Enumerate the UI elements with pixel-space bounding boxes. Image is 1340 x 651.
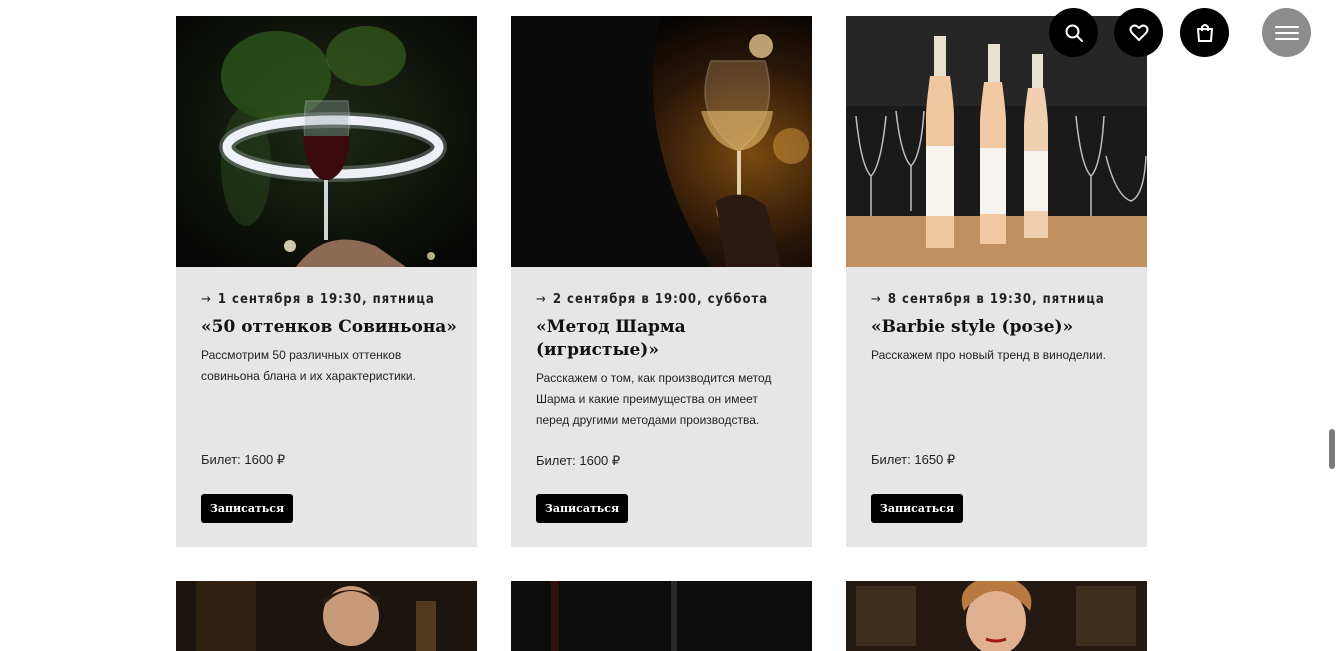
event-price: Билет: 1650 ₽ — [871, 452, 956, 467]
event-title[interactable]: «Метод Шарма (игристые)» — [536, 316, 716, 362]
bag-icon — [1196, 23, 1213, 42]
register-button[interactable]: Записаться — [871, 494, 963, 523]
event-card: → 2 сентября в 19:00, суббота «Метод Шарм… — [511, 16, 812, 547]
event-date: → 2 сентября в 19:00, суббота — [536, 292, 769, 307]
search-icon — [1065, 24, 1083, 42]
page-scrollbar[interactable] — [1329, 429, 1335, 469]
favorites-button[interactable] — [1114, 8, 1163, 57]
menu-icon — [1274, 25, 1299, 40]
event-card-photo[interactable] — [846, 581, 1147, 651]
event-description: Расскажем о том, как производится метод … — [536, 371, 772, 427]
search-button[interactable] — [1049, 8, 1098, 57]
event-card: → 8 сентября в 19:30, пятница «Barbie sty… — [846, 16, 1147, 547]
event-title[interactable]: «50 оттенков Совиньона» — [201, 316, 461, 339]
event-photo[interactable] — [511, 16, 812, 267]
event-card-photo[interactable] — [511, 581, 812, 651]
register-button[interactable]: Записаться — [536, 494, 628, 523]
menu-button[interactable] — [1262, 8, 1311, 57]
event-price: Билет: 1600 ₽ — [536, 453, 621, 468]
event-date: → 1 сентября в 19:30, пятница — [201, 292, 435, 307]
event-title[interactable]: «Barbie style (розе)» — [871, 316, 1131, 339]
event-photo[interactable] — [176, 16, 477, 267]
cart-button[interactable] — [1180, 8, 1229, 57]
event-description: Расскажем про новый тренд в виноделии. — [871, 348, 1106, 362]
event-description: Рассмотрим 50 различных оттенков совиньо… — [201, 348, 416, 383]
event-photo[interactable] — [846, 16, 1147, 267]
event-price: Билет: 1600 ₽ — [201, 452, 286, 467]
heart-icon — [1129, 24, 1148, 41]
event-date: → 8 сентября в 19:30, пятница — [871, 292, 1105, 307]
register-button[interactable]: Записаться — [201, 494, 293, 523]
event-card: → 1 сентября в 19:30, пятница «50 оттенко… — [176, 16, 477, 547]
event-card-photo[interactable] — [176, 581, 477, 651]
